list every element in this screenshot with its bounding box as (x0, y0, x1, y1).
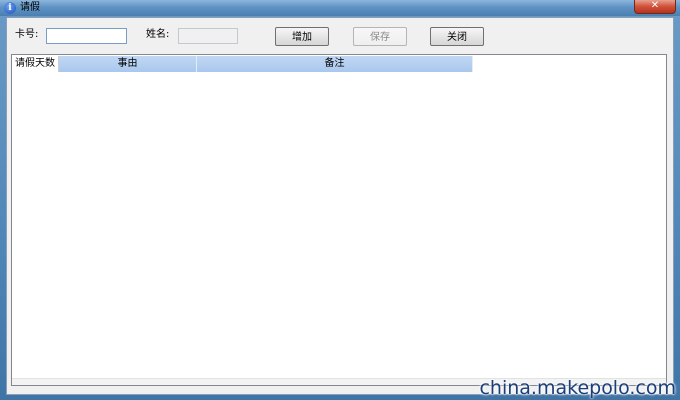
client-area: 卡号: 姓名: 增加 保存 关闭 请假天数 事由 备注 (6, 17, 674, 395)
watermark: china.makepolo.com (479, 377, 676, 399)
add-button[interactable]: 增加 (275, 27, 329, 46)
info-icon: i (4, 2, 16, 14)
name-label: 姓名: (146, 29, 170, 40)
column-header-reason[interactable]: 事由 (59, 56, 197, 72)
toolbar: 卡号: 姓名: 增加 保存 关闭 (7, 18, 673, 54)
save-button: 保存 (353, 27, 407, 46)
card-number-label: 卡号: (15, 29, 39, 40)
column-header-leave-days[interactable]: 请假天数 (12, 56, 59, 72)
card-number-input[interactable] (46, 28, 127, 44)
window-close-button[interactable]: ✕ (634, 0, 676, 14)
title-bar[interactable]: i 请假 ✕ (0, 0, 680, 16)
name-input (178, 28, 238, 44)
grid-header: 请假天数 事由 备注 (12, 56, 473, 72)
window-title: 请假 (20, 2, 40, 13)
leave-grid[interactable]: 请假天数 事由 备注 (11, 54, 667, 386)
close-button[interactable]: 关闭 (430, 27, 484, 46)
column-header-remarks[interactable]: 备注 (197, 56, 473, 72)
app-window: i 请假 ✕ 卡号: 姓名: 增加 保存 关闭 请假天数 事由 备注 china… (0, 0, 680, 400)
